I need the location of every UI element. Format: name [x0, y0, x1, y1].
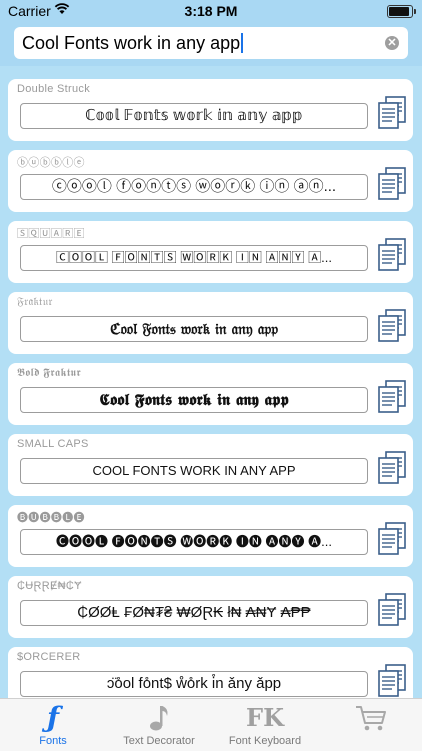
- font-card-square[interactable]: 🅂🅀🅄🄰🅁🄴 🄲🄾🄾🄻 🄵🄾🄽🅃🅂 🅆🄾🅁🄺 🄸🄽 🄰🄽🅈 🄰...: [8, 221, 413, 283]
- font-name: 🅑🅤🅑🅑🅛🅔: [17, 512, 85, 524]
- font-card-sorcerer[interactable]: $ORCERER ↄ̈o̊ol fo̊nt$ ẘo̊rk i̊n ǎny ǎpp: [8, 647, 413, 698]
- music-note-icon: [106, 703, 212, 733]
- font-card-fraktur[interactable]: 𝔉𝔯𝔞𝔨𝔱𝔲𝔯 ℭ𝔬𝔬𝔩 𝔉𝔬𝔫𝔱𝔰 𝔴𝔬𝔯𝔨 𝔦𝔫 𝔞𝔫𝔶 𝔞𝔭𝔭: [8, 292, 413, 354]
- font-preview[interactable]: 🄲🄾🄾🄻 🄵🄾🄽🅃🅂 🅆🄾🅁🄺 🄸🄽 🄰🄽🅈 🄰...: [20, 245, 368, 271]
- copy-icon[interactable]: [377, 237, 407, 271]
- font-preview[interactable]: 𝕮𝖔𝖔𝖑 𝕱𝖔𝖓𝖙𝖘 𝖜𝖔𝖗𝖐 𝖎𝖓 𝖆𝖓𝖞 𝖆𝖕𝖕: [20, 387, 368, 413]
- font-preview[interactable]: ₵ØØⱠ ₣Ø₦₮₴ ₩ØⱤ₭ ł₦ ₳₦Ɏ ₳₱₱: [20, 600, 368, 626]
- battery-icon: [387, 5, 416, 18]
- font-preview[interactable]: ↄ̈o̊ol fo̊nt$ ẘo̊rk i̊n ǎny ǎpp: [20, 671, 368, 697]
- clear-text-icon[interactable]: ✕: [385, 36, 399, 50]
- font-name: ₵ɄⱤⱤɆ₦₵Ɏ: [17, 580, 82, 592]
- copy-icon[interactable]: [377, 166, 407, 200]
- fonts-icon: ƒ: [46, 701, 60, 734]
- font-name: Double Struck: [17, 83, 90, 95]
- font-name: 𝕭𝖔𝖑𝖉 𝕱𝖗𝖆𝖐𝖙𝖚𝖗: [17, 367, 81, 379]
- font-card-double-struck[interactable]: Double Struck ℂ𝕠𝕠𝕝 𝔽𝕠𝕟𝕥𝕤 𝕨𝕠𝕣𝕜 𝕚𝕟 𝕒𝕟𝕪 𝕒𝕡𝕡: [8, 79, 413, 141]
- tab-store[interactable]: [318, 699, 422, 751]
- copy-icon[interactable]: [377, 592, 407, 626]
- font-card-currency[interactable]: ₵ɄⱤⱤɆ₦₵Ɏ ₵ØØⱠ ₣Ø₦₮₴ ₩ØⱤ₭ ł₦ ₳₦Ɏ ₳₱₱: [8, 576, 413, 638]
- font-card-bubble-filled[interactable]: 🅑🅤🅑🅑🅛🅔 🅒🅞🅞🅛 🅕🅞🅝🅣🅢 🅦🅞🅡🅚 🅘🅝 🅐🅝🅨 🅐...: [8, 505, 413, 567]
- tab-bar: ƒ Fonts Text Decorator FK Font Keyboard: [0, 698, 422, 751]
- copy-icon[interactable]: [377, 308, 407, 342]
- clock: 3:18 PM: [184, 3, 238, 19]
- font-preview[interactable]: COOL FONTS WORK IN ANY APP: [20, 458, 368, 484]
- font-name: 🅂🅀🅄🄰🅁🄴: [17, 228, 85, 240]
- font-name: $ORCERER: [17, 651, 81, 663]
- tab-label: Font Keyboard: [228, 735, 302, 747]
- font-preview[interactable]: ⓒⓞⓞⓛ ⓕⓞⓝⓣⓢ ⓦⓞⓡⓚ ⓘⓝ ⓐⓝ...: [20, 174, 368, 200]
- font-card-bubble[interactable]: ⓑⓤⓑⓑⓛⓔ ⓒⓞⓞⓛ ⓕⓞⓝⓣⓢ ⓦⓞⓡⓚ ⓘⓝ ⓐⓝ...: [8, 150, 413, 212]
- font-card-small-caps[interactable]: SMALL CAPS COOL FONTS WORK IN ANY APP: [8, 434, 413, 496]
- tab-text-decorator[interactable]: Text Decorator: [106, 699, 212, 751]
- search-input[interactable]: Cool Fonts work in any app ✕: [14, 27, 408, 59]
- font-preview[interactable]: 🅒🅞🅞🅛 🅕🅞🅝🅣🅢 🅦🅞🅡🅚 🅘🅝 🅐🅝🅨 🅐...: [20, 529, 368, 555]
- tab-label: Text Decorator: [123, 735, 195, 747]
- cart-icon: [318, 703, 422, 733]
- fk-icon: FK: [246, 703, 284, 732]
- tab-fonts[interactable]: ƒ Fonts: [0, 699, 106, 751]
- tab-label: Fonts: [39, 735, 67, 747]
- font-preview[interactable]: ℭ𝔬𝔬𝔩 𝔉𝔬𝔫𝔱𝔰 𝔴𝔬𝔯𝔨 𝔦𝔫 𝔞𝔫𝔶 𝔞𝔭𝔭: [20, 316, 368, 342]
- tab-font-keyboard[interactable]: FK Font Keyboard: [212, 699, 318, 751]
- font-name: ⓑⓤⓑⓑⓛⓔ: [17, 157, 85, 169]
- font-name: SMALL CAPS: [17, 438, 89, 450]
- font-preview[interactable]: ℂ𝕠𝕠𝕝 𝔽𝕠𝕟𝕥𝕤 𝕨𝕠𝕣𝕜 𝕚𝕟 𝕒𝕟𝕪 𝕒𝕡𝕡: [20, 103, 368, 129]
- copy-icon[interactable]: [377, 450, 407, 484]
- text-caret: [241, 32, 244, 53]
- copy-icon[interactable]: [377, 663, 407, 697]
- search-header: Cool Fonts work in any app ✕: [0, 22, 422, 66]
- copy-icon[interactable]: [377, 379, 407, 413]
- search-input-value: Cool Fonts work in any app: [22, 33, 241, 53]
- copy-icon[interactable]: [377, 95, 407, 129]
- font-card-bold-fraktur[interactable]: 𝕭𝖔𝖑𝖉 𝕱𝖗𝖆𝖐𝖙𝖚𝖗 𝕮𝖔𝖔𝖑 𝕱𝖔𝖓𝖙𝖘 𝖜𝖔𝖗𝖐 𝖎𝖓 𝖆𝖓𝖞 𝖆𝖕𝖕: [8, 363, 413, 425]
- copy-icon[interactable]: [377, 521, 407, 555]
- status-bar: Carrier 3:18 PM: [0, 0, 422, 22]
- font-list[interactable]: Double Struck ℂ𝕠𝕠𝕝 𝔽𝕠𝕟𝕥𝕤 𝕨𝕠𝕣𝕜 𝕚𝕟 𝕒𝕟𝕪 𝕒𝕡𝕡…: [0, 66, 422, 698]
- font-name: 𝔉𝔯𝔞𝔨𝔱𝔲𝔯: [17, 296, 53, 308]
